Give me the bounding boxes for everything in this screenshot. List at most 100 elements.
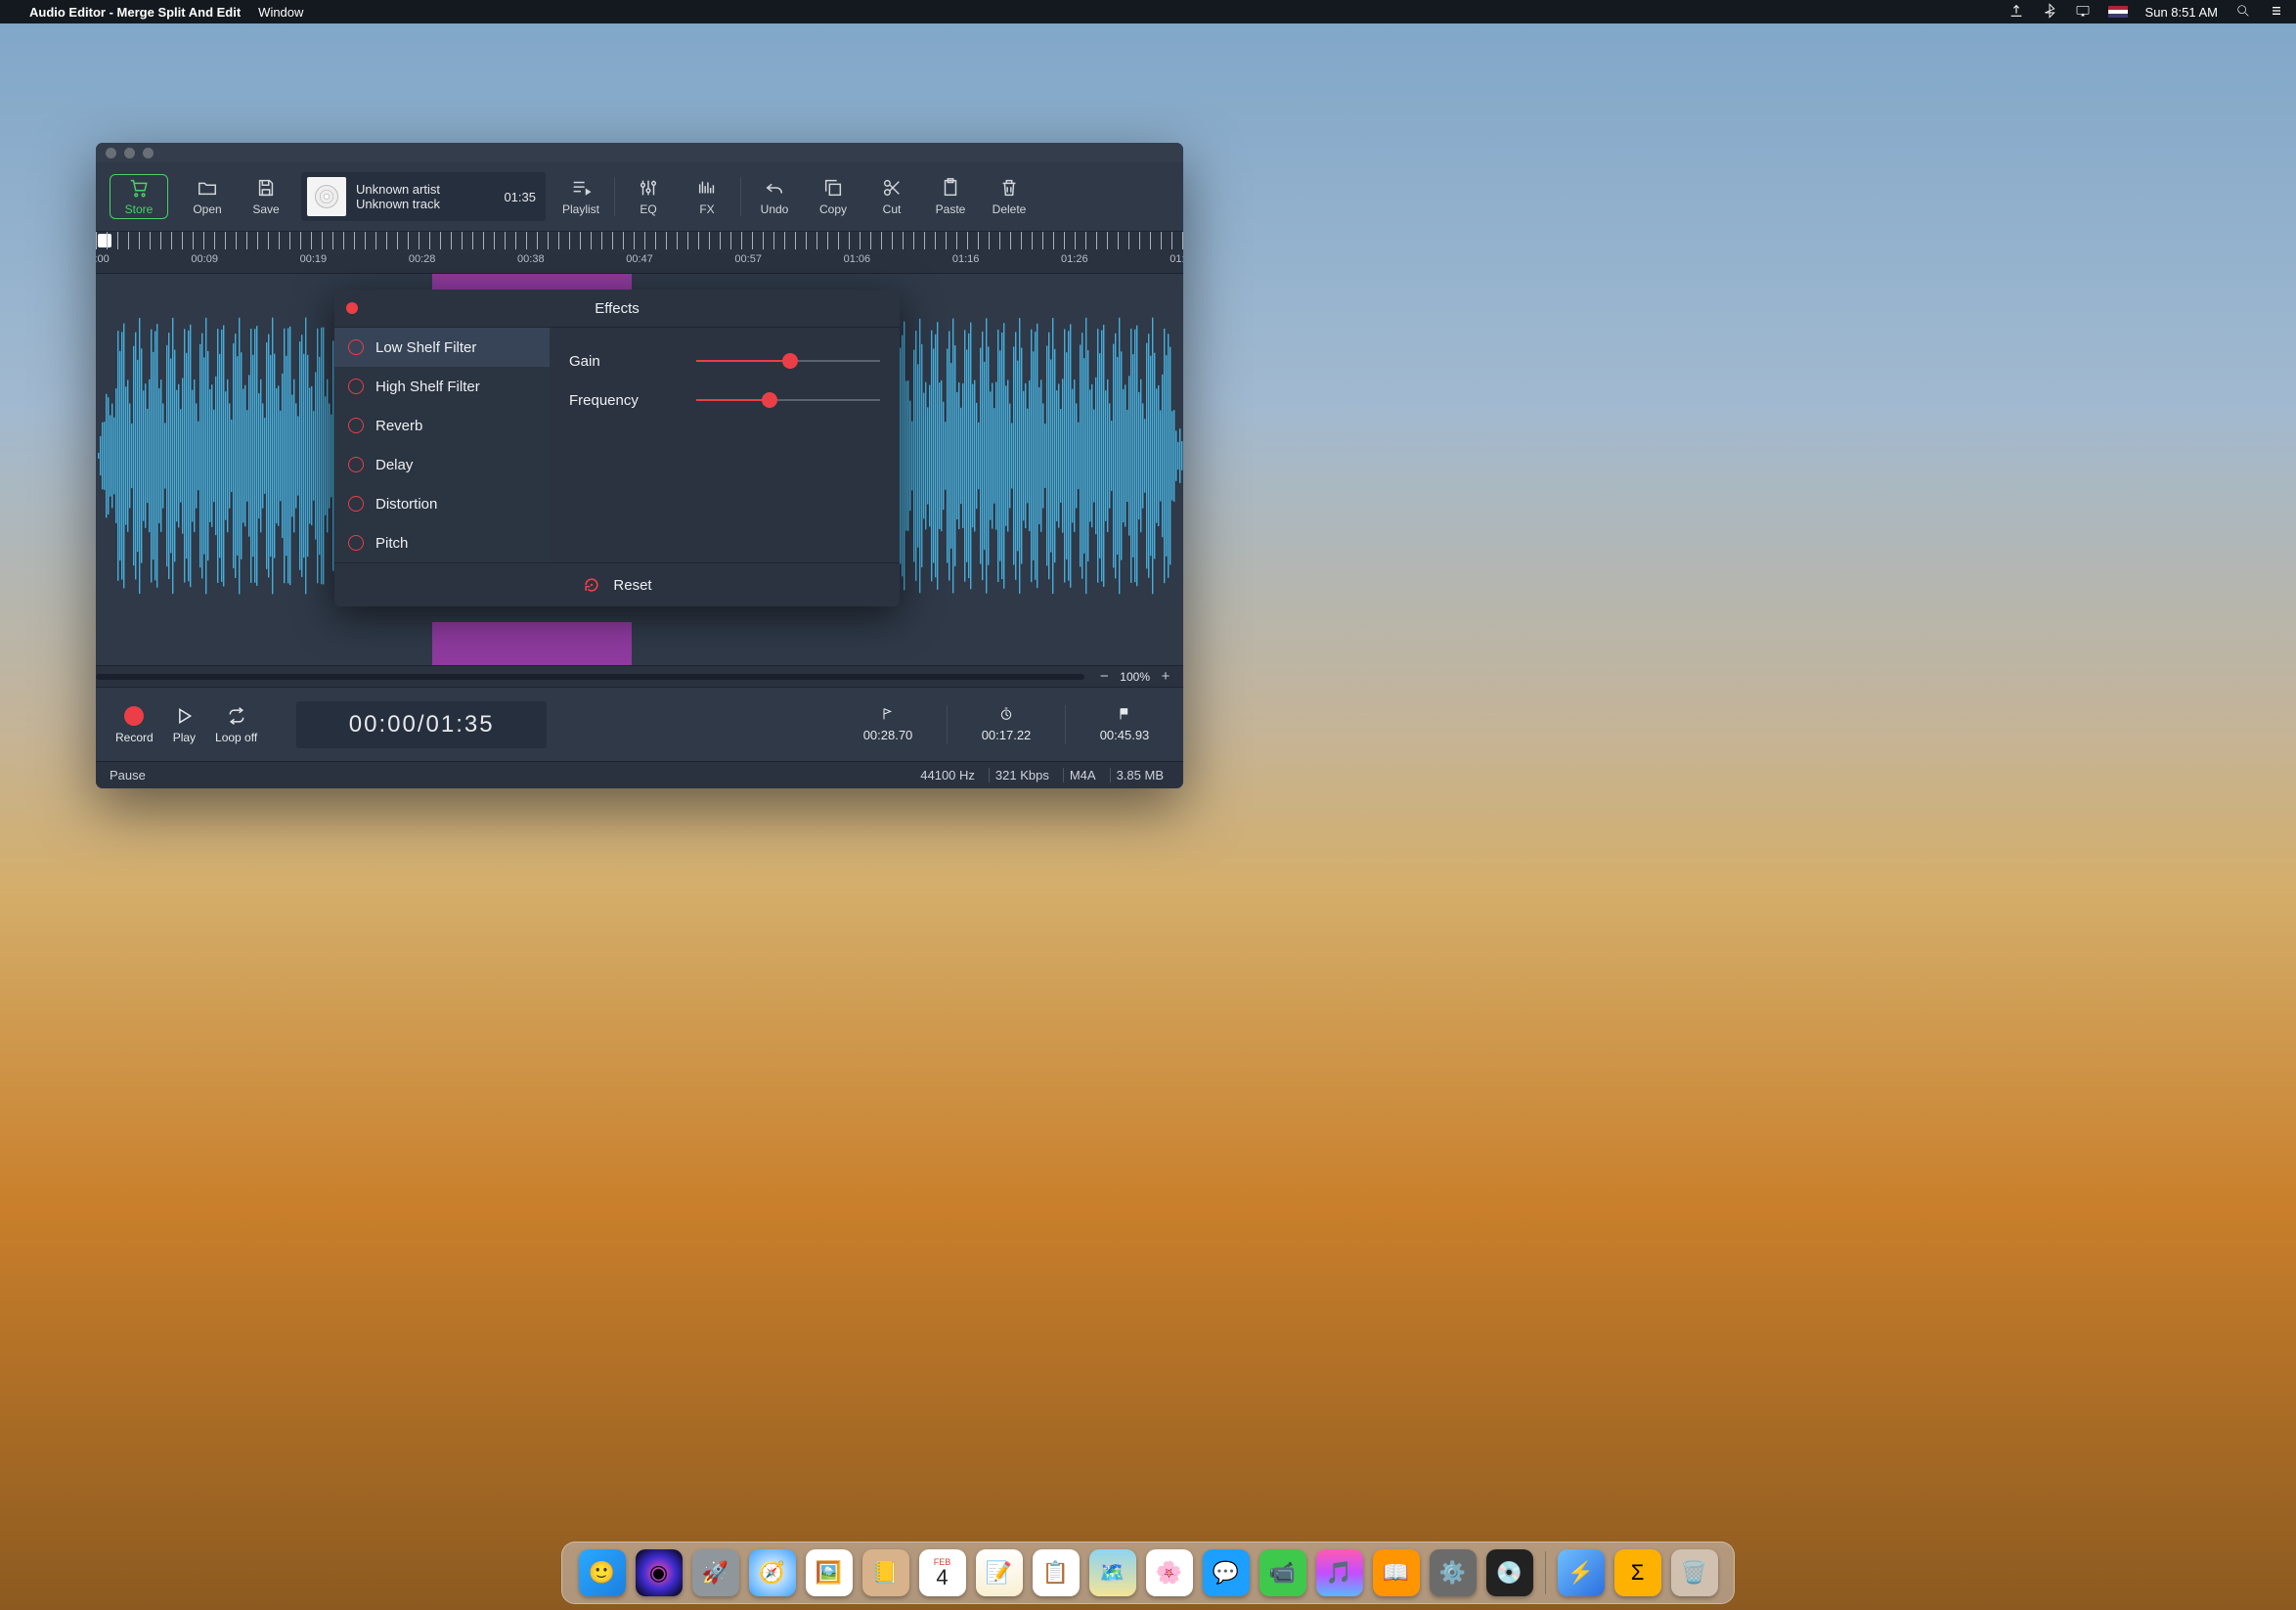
- effect-item[interactable]: Distortion: [334, 484, 550, 523]
- effect-item[interactable]: Low Shelf Filter: [334, 328, 550, 367]
- settings-app-icon[interactable]: ⚙️: [1430, 1549, 1477, 1596]
- maps-app-icon[interactable]: 🗺️: [1089, 1549, 1136, 1596]
- effect-item[interactable]: Pitch: [334, 523, 550, 562]
- radio-icon: [348, 535, 364, 551]
- airplay-icon[interactable]: [2075, 3, 2091, 22]
- reset-icon: [582, 575, 601, 595]
- loop-button[interactable]: Loop off: [215, 705, 257, 744]
- flag-end-icon: [1117, 706, 1132, 722]
- close-icon[interactable]: [106, 148, 116, 158]
- finder-app-icon[interactable]: 🙂: [579, 1549, 626, 1596]
- timeline-label: 01:06: [844, 253, 871, 265]
- open-button[interactable]: Open: [178, 167, 237, 226]
- close-icon[interactable]: [346, 302, 358, 314]
- track-duration: 01:35: [504, 190, 536, 204]
- zoom-out-button[interactable]: −: [1094, 668, 1114, 685]
- play-button[interactable]: Play: [173, 705, 196, 744]
- slider-track[interactable]: [696, 399, 880, 401]
- timeline-label: 00:38: [517, 253, 545, 265]
- effects-panel: Effects Low Shelf Filter High Shelf Filte…: [334, 290, 900, 606]
- store-label: Store: [125, 202, 154, 216]
- timeline-label: 01:26: [1061, 253, 1088, 265]
- contacts-app-icon[interactable]: 📒: [862, 1549, 909, 1596]
- messages-app-icon[interactable]: 💬: [1203, 1549, 1250, 1596]
- timeline-label: 00:28: [409, 253, 436, 265]
- zoom-in-button[interactable]: +: [1156, 668, 1175, 685]
- reset-button[interactable]: Reset: [334, 562, 900, 606]
- disc-icon: [315, 185, 338, 208]
- timeline-label: 01:16: [952, 253, 980, 265]
- status-bar: Pause 44100 Hz 321 Kbps M4A 3.85 MB: [96, 761, 1183, 788]
- upload-icon[interactable]: [2009, 3, 2024, 22]
- undo-button[interactable]: Undo: [745, 167, 804, 226]
- menubar-window-menu[interactable]: Window: [258, 5, 303, 20]
- toolbar: Store Open Save Unknown artist Unknown t…: [96, 162, 1183, 231]
- selection-length-marker: 00:17.22: [967, 706, 1045, 742]
- window-titlebar[interactable]: [96, 143, 1183, 162]
- effect-item[interactable]: High Shelf Filter: [334, 367, 550, 406]
- preview-app-icon[interactable]: 🖼️: [806, 1549, 853, 1596]
- selection-region-bottom[interactable]: [432, 622, 633, 665]
- eq-button[interactable]: EQ: [619, 167, 678, 226]
- facetime-app-icon[interactable]: 📹: [1259, 1549, 1306, 1596]
- effect-label: Low Shelf Filter: [375, 339, 476, 356]
- transport-bar: Record Play Loop off 00:00/01:35 00:28.7…: [96, 687, 1183, 761]
- menubar-app-name[interactable]: Audio Editor - Merge Split And Edit: [29, 5, 241, 20]
- record-button[interactable]: Record: [115, 705, 154, 744]
- sigma-app-icon[interactable]: Σ: [1614, 1549, 1661, 1596]
- effect-item[interactable]: Reverb: [334, 406, 550, 445]
- flag-start-icon: [880, 706, 896, 722]
- paste-icon: [940, 177, 961, 199]
- copy-button[interactable]: Copy: [804, 167, 862, 226]
- flag-icon[interactable]: [2108, 6, 2128, 18]
- album-art: [307, 177, 346, 216]
- spotlight-icon[interactable]: [2235, 3, 2251, 22]
- trash-icon[interactable]: 🗑️: [1671, 1549, 1718, 1596]
- effect-label: Delay: [375, 457, 413, 473]
- launchpad-app-icon[interactable]: 🚀: [692, 1549, 739, 1596]
- siri-app-icon[interactable]: ◉: [636, 1549, 683, 1596]
- audio-editor-app-icon[interactable]: 💿: [1486, 1549, 1533, 1596]
- slider-track[interactable]: [696, 360, 880, 362]
- safari-app-icon[interactable]: 🧭: [749, 1549, 796, 1596]
- delete-button[interactable]: Delete: [980, 167, 1038, 226]
- photos-app-icon[interactable]: 🌸: [1146, 1549, 1193, 1596]
- slider-knob[interactable]: [762, 392, 777, 408]
- cut-button[interactable]: Cut: [862, 167, 921, 226]
- zoom-icon[interactable]: [143, 148, 154, 158]
- playlist-button[interactable]: Playlist: [552, 167, 610, 226]
- status-size: 3.85 MB: [1110, 768, 1170, 783]
- menubar-clock[interactable]: Sun 8:51 AM: [2145, 5, 2218, 20]
- effect-label: High Shelf Filter: [375, 379, 480, 395]
- timeline-label: 00:00: [96, 253, 110, 265]
- notes-app-icon[interactable]: 📝: [976, 1549, 1023, 1596]
- itunes-app-icon[interactable]: 🎵: [1316, 1549, 1363, 1596]
- selection-region-top[interactable]: [432, 274, 633, 290]
- effects-panel-header[interactable]: Effects: [334, 290, 900, 328]
- thunderbolt-app-icon[interactable]: ⚡: [1558, 1549, 1605, 1596]
- timeline-label: 00:47: [626, 253, 653, 265]
- track-artist: Unknown artist: [356, 182, 494, 197]
- effects-list: Low Shelf Filter High Shelf Filter Reverb D…: [334, 328, 550, 562]
- calendar-app-icon[interactable]: FEB4: [919, 1549, 966, 1596]
- timeline-ruler[interactable]: 00:0000:0900:1900:2800:3800:4700:5701:06…: [96, 231, 1183, 274]
- bluetooth-icon[interactable]: [2042, 3, 2057, 22]
- copy-icon: [822, 177, 844, 199]
- playlist-icon: [570, 177, 592, 199]
- minimize-icon[interactable]: [124, 148, 135, 158]
- scissors-icon: [881, 177, 903, 199]
- reminders-app-icon[interactable]: 📋: [1033, 1549, 1080, 1596]
- menu-list-icon[interactable]: [2269, 3, 2284, 22]
- fx-button[interactable]: FX: [678, 167, 736, 226]
- ibooks-app-icon[interactable]: 📖: [1373, 1549, 1420, 1596]
- effect-item[interactable]: Delay: [334, 445, 550, 484]
- store-button[interactable]: Store: [110, 174, 168, 219]
- paste-button[interactable]: Paste: [921, 167, 980, 226]
- slider-knob[interactable]: [782, 353, 798, 369]
- radio-icon: [348, 457, 364, 472]
- save-button[interactable]: Save: [237, 167, 295, 226]
- scroll-track[interactable]: [96, 674, 1084, 680]
- status-bitrate: 321 Kbps: [989, 768, 1055, 783]
- radio-icon: [348, 379, 364, 394]
- effect-label: Pitch: [375, 535, 408, 552]
